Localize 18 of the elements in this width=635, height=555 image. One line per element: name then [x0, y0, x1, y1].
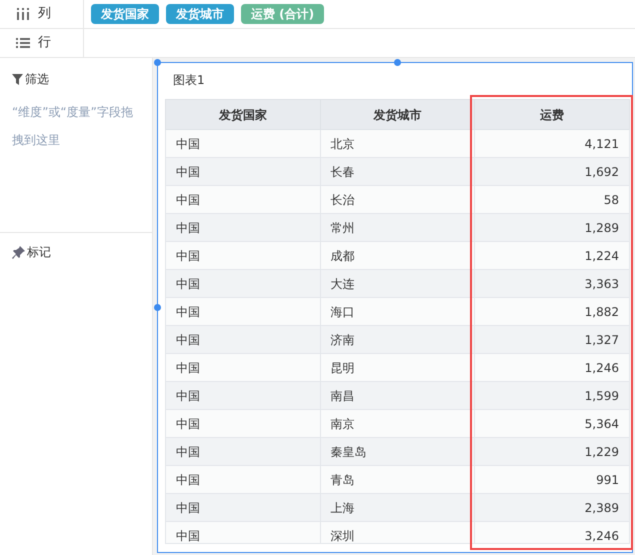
- column-header[interactable]: 发货城市: [320, 100, 475, 130]
- resize-handle[interactable]: [394, 59, 401, 66]
- column-header[interactable]: 发货国家: [166, 100, 320, 130]
- shelf-label: 行: [38, 34, 51, 52]
- filter-title: 筛选: [25, 71, 49, 88]
- marks-title: 标记: [27, 244, 51, 261]
- list-icon: [16, 37, 30, 49]
- column-header[interactable]: 运费: [474, 100, 630, 130]
- pin-icon: [12, 246, 25, 258]
- resize-handle[interactable]: [154, 59, 161, 66]
- drop-hint: “维度”或“度量”字段拖拽到这里: [12, 104, 134, 149]
- shelf-label: 列: [38, 5, 51, 24]
- resize-handle[interactable]: [154, 304, 161, 311]
- chart-widget[interactable]: 图表1 发货国家 发货城市 运费 中国 北京 4,121 中国 长春 1,692 中国 长治 58 中国 常州 1,289 中国 成都 1,224 中国 大连 3,363 中国 海口 1,882 中国 济南 1,327 中国 昆明 1,246 中国 南昌 1,599 中国 南京 5,364 中国 秦皇岛 1,229 中国 青岛 991 中国 上海 2,389 中国 深圳 3,246: [157, 62, 633, 553]
- table-cell: 中国: [166, 522, 320, 543]
- columns-icon: [16, 8, 30, 20]
- chart-title: 图表1: [173, 72, 205, 89]
- filter-icon: [12, 74, 23, 84]
